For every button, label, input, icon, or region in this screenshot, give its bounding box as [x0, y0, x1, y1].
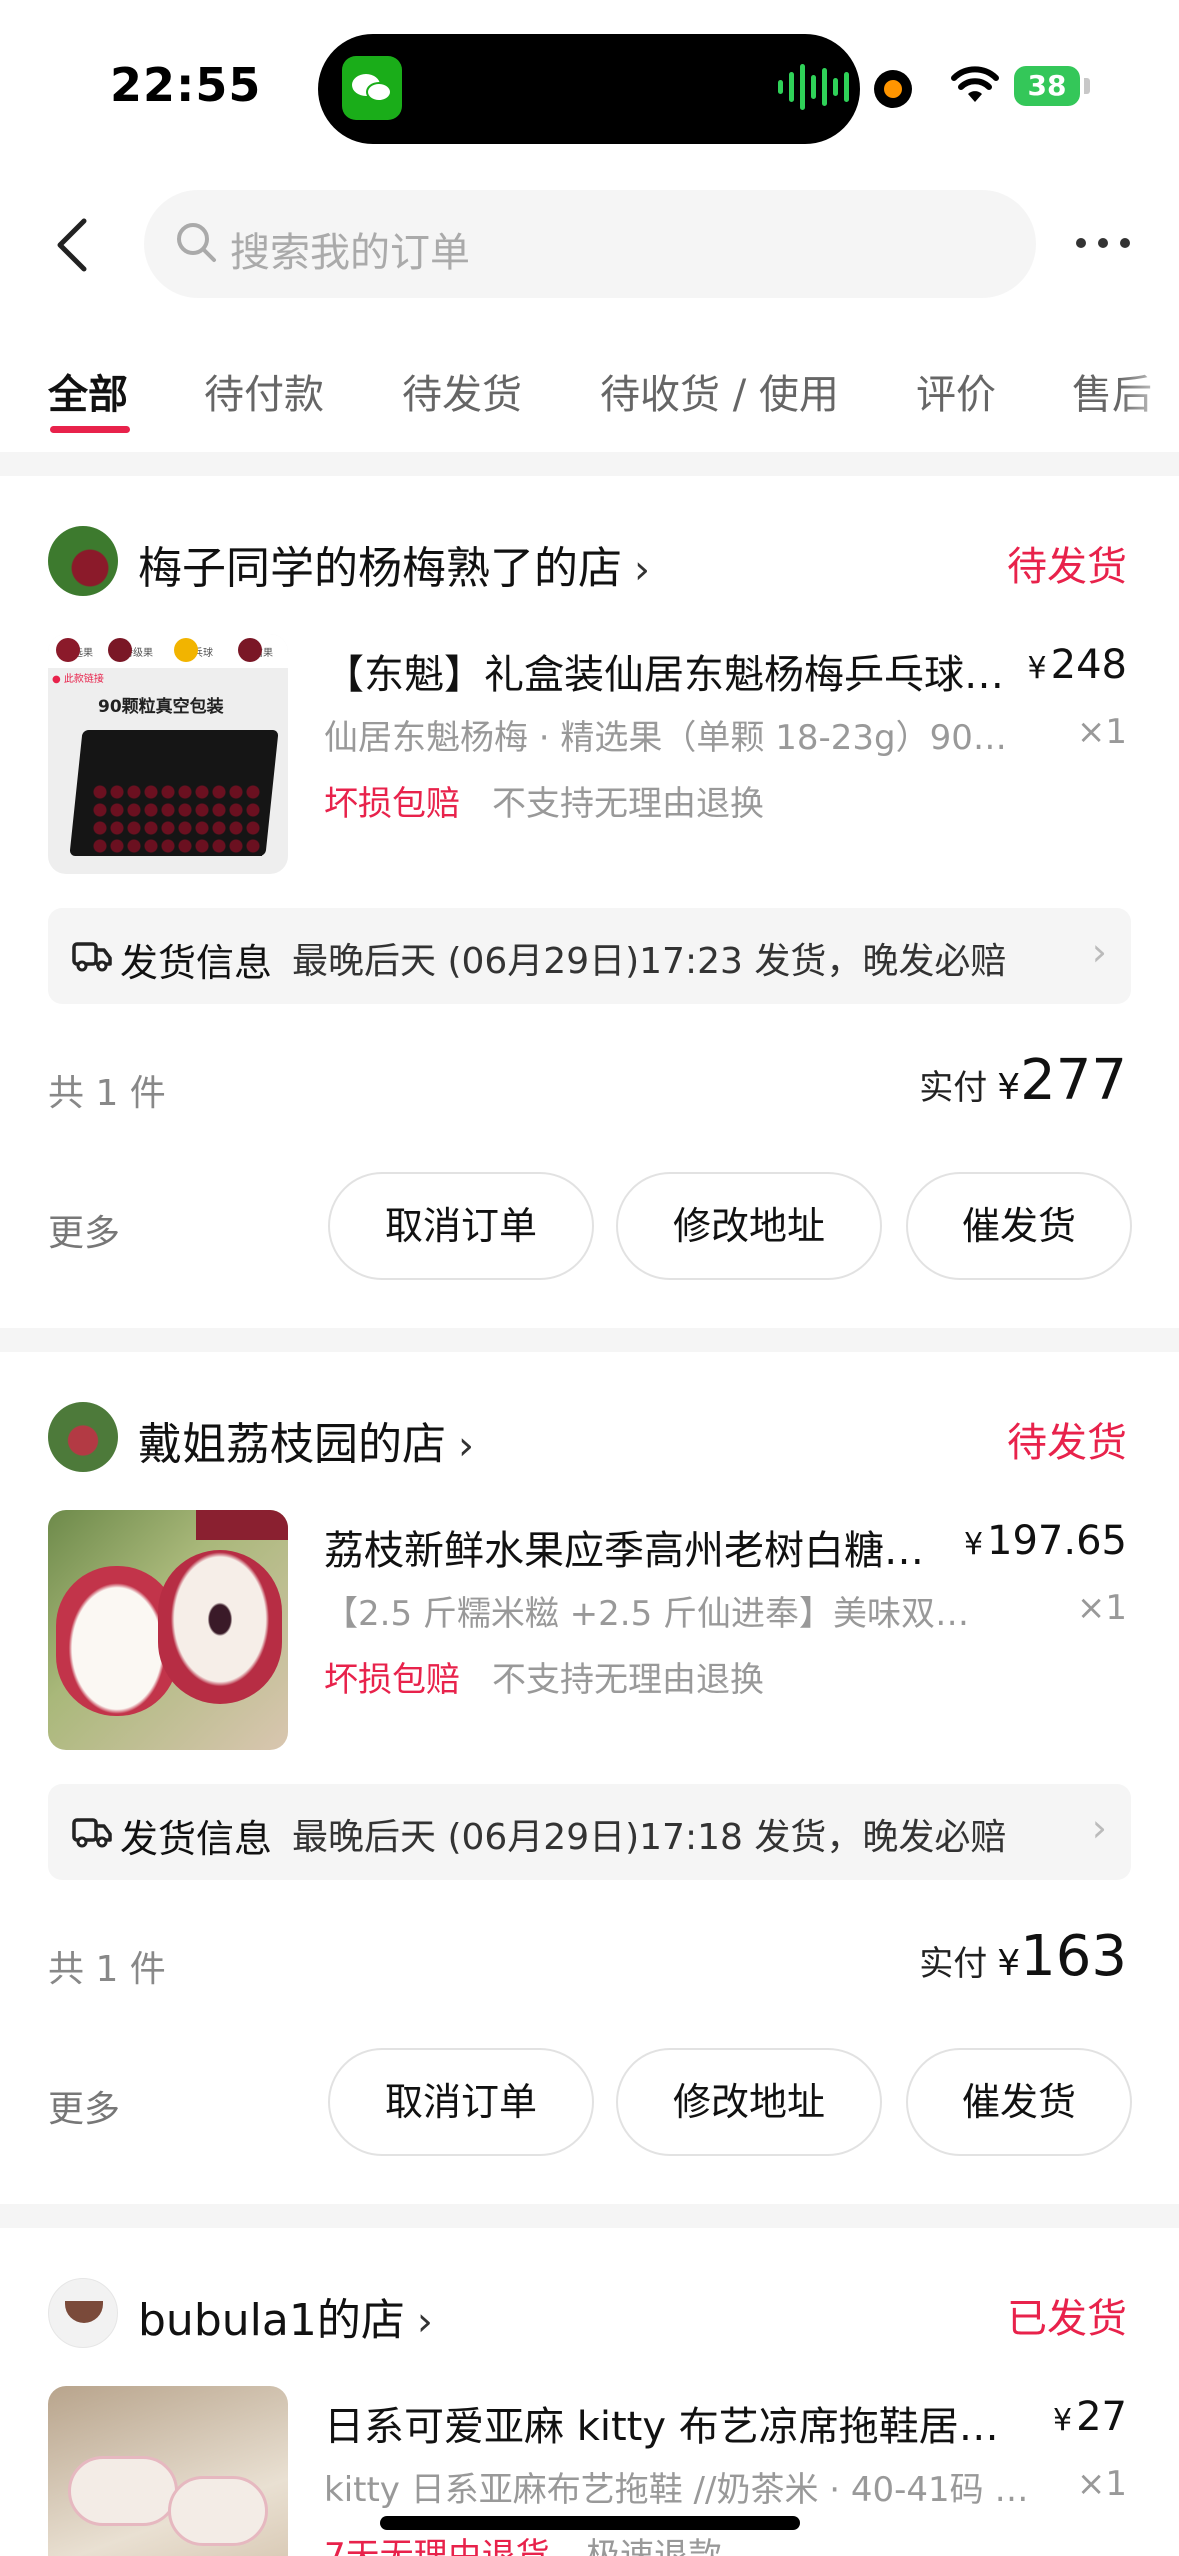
more-link[interactable]: 更多: [48, 2080, 120, 2132]
shipping-info-row[interactable]: 发货信息 最晚后天 (06月29日)17:23 发货，晚发必赔 ›: [48, 908, 1131, 1004]
order-card: 梅子同学的杨梅熟了的店› 待发货 精选果 特级果 乒乓球 吉信果 ● 此款链接 …: [0, 476, 1179, 1328]
product-qty: ×1: [1076, 2464, 1127, 2504]
battery-tip: [1084, 78, 1090, 94]
chevron-right-icon: ›: [1091, 930, 1107, 974]
modify-address-button[interactable]: 修改地址: [616, 1172, 882, 1280]
product-spec: 【2.5 斤糯米糍 +2.5 斤仙进奉】美味双拼装: [324, 1594, 974, 1634]
product-price: ¥248: [1027, 642, 1127, 688]
truck-icon: [72, 1818, 112, 1848]
order-status: 已发货: [1007, 2296, 1127, 2342]
paid-amount: 实付 ¥163: [919, 1924, 1127, 1989]
item-count: 共 1 件: [48, 1949, 166, 1990]
wifi-icon: [951, 66, 999, 102]
product-thumbnail[interactable]: [48, 1510, 288, 1750]
product-qty: ×1: [1076, 712, 1127, 752]
recording-indicator-icon: [876, 72, 910, 106]
search-icon: [177, 223, 216, 262]
product-title[interactable]: 荔枝新鲜水果应季高州老树白糖罂荔枝: [324, 1518, 944, 1576]
product-price: ¥197.65: [963, 1518, 1127, 1564]
battery-icon: 38: [1014, 66, 1080, 106]
shop-avatar[interactable]: [48, 526, 118, 596]
chevron-right-icon: ›: [458, 1423, 474, 1469]
paid-amount: 实付 ¥277: [919, 1048, 1127, 1113]
thumb-label: ● 此款链接: [52, 674, 104, 685]
chevron-right-icon: ›: [634, 547, 650, 593]
order-card: bubula1的店 › 已发货 日系可爱亚麻 kitty 布艺凉席拖鞋居家女夏 ¥…: [0, 2228, 1179, 2556]
shipping-label: 发货信息: [120, 1817, 273, 1861]
shop-name[interactable]: 梅子同学的杨梅熟了的店 ›: [138, 532, 650, 596]
shipping-label: 发货信息: [120, 941, 273, 985]
tab-review[interactable]: 评价: [916, 362, 996, 420]
product-qty: ×1: [1076, 1588, 1127, 1628]
shipping-text: 最晚后天 (06月29日)17:23 发货，晚发必赔: [292, 941, 1007, 982]
product-title[interactable]: 【东魁】礼盒装仙居东魁杨梅乒乓球大果: [324, 642, 1004, 700]
active-tab-indicator: [50, 426, 130, 433]
guarantee-tag: 坏损包赔: [324, 784, 460, 824]
shipping-info-row[interactable]: 发货信息 最晚后天 (06月29日)17:18 发货，晚发必赔 ›: [48, 1784, 1131, 1880]
return-policy-tag: 不支持无理由退换: [492, 784, 764, 824]
order-status: 待发货: [1007, 544, 1127, 590]
shop-name[interactable]: bubula1的店 ›: [138, 2284, 433, 2348]
status-bar: 22:55 38: [0, 0, 1179, 180]
truck-icon: [72, 942, 112, 972]
thumb-label: 90颗粒真空包装: [98, 697, 224, 717]
header: 搜索我的订单 全部 待付款 待发货 待收货 / 使用 评价 售后: [0, 180, 1179, 452]
modify-address-button[interactable]: 修改地址: [616, 2048, 882, 2156]
audio-wave-icon: [778, 62, 849, 112]
urge-shipment-button[interactable]: 催发货: [906, 1172, 1132, 1280]
cancel-order-button[interactable]: 取消订单: [328, 1172, 594, 1280]
tab-all[interactable]: 全部: [48, 362, 128, 420]
chevron-right-icon: ›: [1091, 1806, 1107, 1850]
cancel-order-button[interactable]: 取消订单: [328, 2048, 594, 2156]
shop-avatar[interactable]: [48, 2278, 118, 2348]
tab-pending-shipment[interactable]: 待发货: [402, 362, 522, 420]
wechat-icon[interactable]: [342, 56, 402, 120]
tab-pending-payment[interactable]: 待付款: [204, 362, 324, 420]
more-options-icon[interactable]: [1076, 238, 1130, 248]
back-icon[interactable]: [50, 215, 96, 275]
status-time: 22:55: [110, 58, 262, 112]
shipping-text: 最晚后天 (06月29日)17:18 发货，晚发必赔: [292, 1817, 1007, 1858]
refund-tag: 极速退款: [586, 2536, 722, 2556]
chevron-right-icon: ›: [416, 2299, 433, 2345]
product-thumbnail[interactable]: [48, 2386, 288, 2556]
order-card: 戴姐荔枝园的店 › 待发货 荔枝新鲜水果应季高州老树白糖罂荔枝 ¥197.65 【…: [0, 1352, 1179, 2204]
product-spec: kitty 日系亚麻布艺拖鞋 //奶茶米 · 40-41码 （适合39-40）: [324, 2470, 1044, 2510]
item-count: 共 1 件: [48, 1073, 166, 1114]
urge-shipment-button[interactable]: 催发货: [906, 2048, 1132, 2156]
guarantee-tag: 坏损包赔: [324, 1660, 460, 1700]
product-spec: 仙居东魁杨梅 · 精选果（单颗 18-23g）90 颗: [324, 718, 1014, 758]
product-title[interactable]: 日系可爱亚麻 kitty 布艺凉席拖鞋居家女夏: [324, 2394, 1014, 2452]
tab-pending-receipt[interactable]: 待收货 / 使用: [600, 362, 839, 420]
home-indicator[interactable]: [380, 2516, 800, 2530]
shop-avatar[interactable]: [48, 1402, 118, 1472]
search-input[interactable]: 搜索我的订单: [144, 190, 1036, 298]
search-placeholder: 搜索我的订单: [230, 230, 470, 276]
return-policy-tag: 不支持无理由退换: [492, 1660, 764, 1700]
product-price: ¥27: [1053, 2394, 1127, 2440]
tabs-fade: [1119, 348, 1179, 452]
product-thumbnail[interactable]: 精选果 特级果 乒乓球 吉信果 ● 此款链接 90颗粒真空包装: [48, 634, 288, 874]
order-tabs: 全部 待付款 待发货 待收货 / 使用 评价 售后: [0, 348, 1179, 452]
return-policy-tag: 7天无理由退货: [324, 2536, 550, 2556]
order-status: 待发货: [1007, 1420, 1127, 1466]
more-link[interactable]: 更多: [48, 1204, 120, 1256]
shop-name[interactable]: 戴姐荔枝园的店 ›: [138, 1408, 474, 1472]
